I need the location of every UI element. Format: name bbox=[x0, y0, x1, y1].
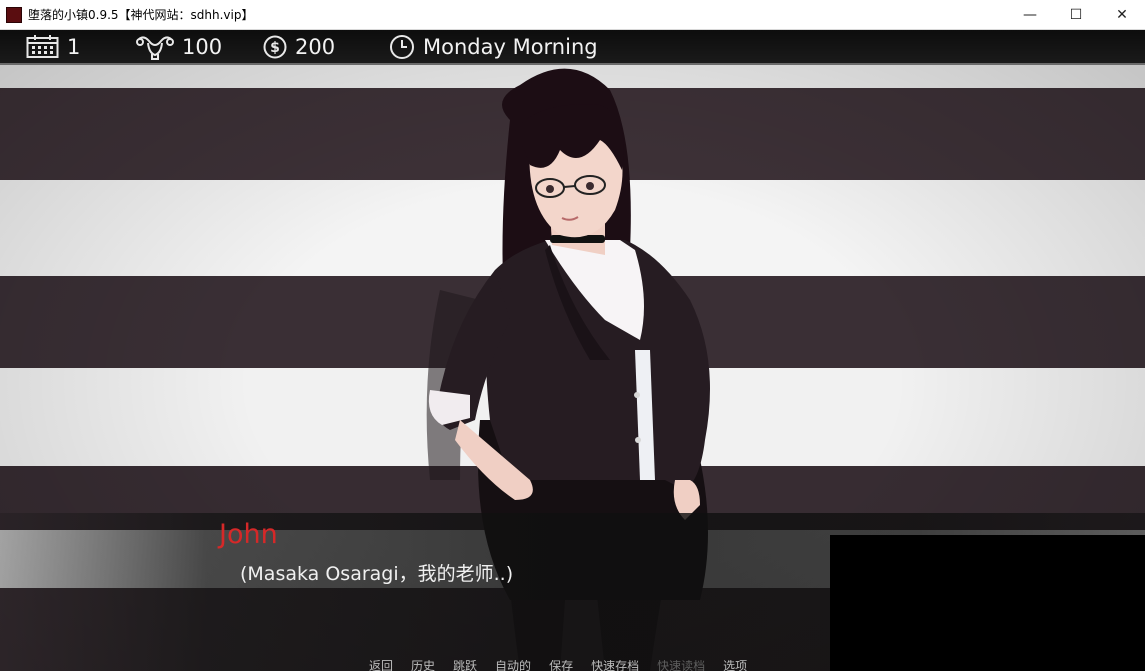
quick-menu-auto[interactable]: 自动的 bbox=[486, 660, 540, 671]
dialogue-text: (Masaka Osaragi，我的老师..) bbox=[240, 563, 514, 585]
maximize-button[interactable]: ☐ bbox=[1053, 0, 1099, 29]
app-icon bbox=[6, 6, 22, 23]
dollar-coin-icon: $ bbox=[263, 35, 287, 59]
calendar-icon bbox=[26, 34, 59, 59]
hud-day: 1 bbox=[26, 30, 80, 63]
quick-menu-save[interactable]: 保存 bbox=[540, 660, 582, 671]
window-controls: — ☐ ✕ bbox=[1007, 0, 1145, 29]
window-title: 堕落的小镇0.9.5【神代网站：sdhh.vip】 bbox=[28, 8, 254, 22]
money-value: 200 bbox=[295, 34, 336, 59]
quick-menu-preferences[interactable]: 选项 bbox=[714, 660, 756, 671]
quick-menu-history[interactable]: 历史 bbox=[402, 660, 444, 671]
svg-text:$: $ bbox=[270, 40, 280, 56]
quick-menu-quick-load[interactable]: 快速读档 bbox=[648, 660, 714, 671]
libido-value: 100 bbox=[182, 34, 223, 59]
hud-time: Monday Morning bbox=[389, 30, 598, 63]
window-title-bar: 堕落的小镇0.9.5【神代网站：sdhh.vip】 — ☐ ✕ bbox=[0, 0, 1145, 30]
quick-menu-skip[interactable]: 跳跃 bbox=[444, 660, 486, 671]
day-count: 1 bbox=[67, 34, 81, 59]
quick-menu-back[interactable]: 返回 bbox=[360, 660, 402, 671]
minimize-button[interactable]: — bbox=[1007, 0, 1053, 29]
hud-money: $ 200 bbox=[263, 30, 335, 63]
side-panel bbox=[830, 535, 1145, 671]
close-button[interactable]: ✕ bbox=[1099, 0, 1145, 29]
quick-menu-quick-save[interactable]: 快速存档 bbox=[582, 660, 648, 671]
time-of-day: Monday Morning bbox=[423, 34, 598, 59]
speaker-name: John bbox=[219, 519, 278, 550]
clock-icon bbox=[389, 34, 415, 60]
womb-icon bbox=[136, 33, 174, 60]
quick-menu: 返回 历史 跳跃 自动的 保存 快速存档 快速读档 选项 bbox=[360, 660, 800, 671]
hud-libido: 100 bbox=[136, 30, 222, 63]
status-hud: 1 100 $ 200 Monday Morning bbox=[0, 30, 1145, 65]
